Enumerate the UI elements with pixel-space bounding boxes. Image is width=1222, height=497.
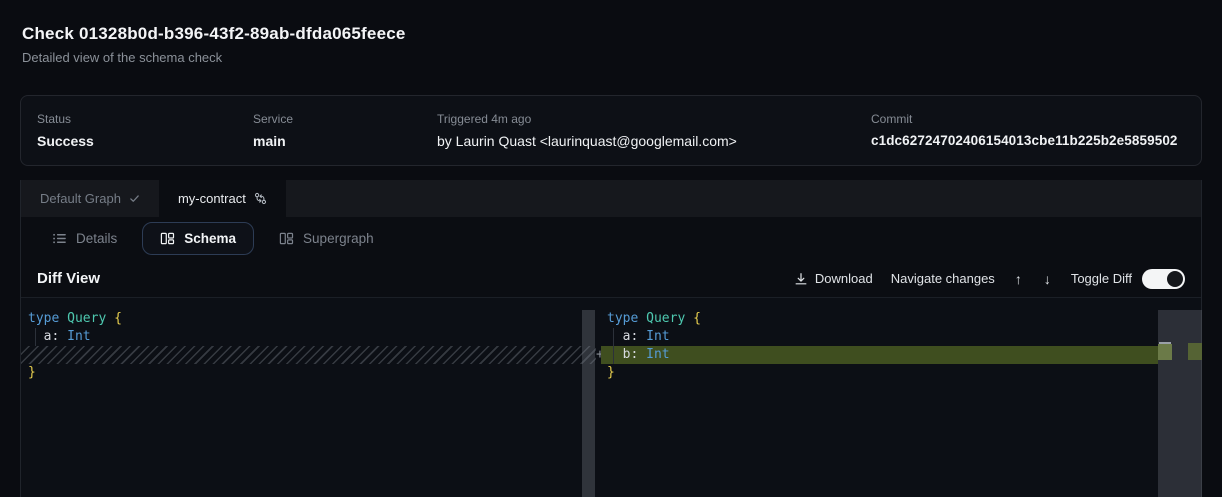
tab-supergraph-label: Supergraph bbox=[303, 231, 374, 246]
status-value: Success bbox=[37, 133, 94, 149]
download-icon bbox=[794, 272, 808, 286]
service-value: main bbox=[253, 133, 293, 149]
meta-triggered: Triggered 4m ago by Laurin Quast <laurin… bbox=[437, 112, 737, 149]
tab-schema-label: Schema bbox=[184, 231, 236, 246]
service-label: Service bbox=[253, 112, 293, 126]
indent-guide bbox=[613, 328, 614, 364]
columns-icon bbox=[279, 231, 294, 246]
arrow-up-icon: ↑ bbox=[1015, 271, 1022, 287]
indent-guide bbox=[35, 328, 36, 346]
code-line: a: Int bbox=[28, 328, 596, 346]
tab-supergraph[interactable]: Supergraph bbox=[264, 222, 389, 255]
status-label: Status bbox=[37, 112, 94, 126]
minimap-added-line bbox=[1158, 344, 1172, 360]
list-icon bbox=[52, 231, 67, 246]
triggered-label: Triggered 4m ago bbox=[437, 112, 737, 126]
diff-added-line: b: Int bbox=[601, 346, 1158, 364]
arrow-down-icon: ↓ bbox=[1044, 271, 1051, 287]
view-tab-row: Details Schema Supergraph bbox=[21, 217, 1201, 260]
meta-service: Service main bbox=[253, 112, 293, 149]
diff-header: Diff View Download Navigate changes ↑ ↓ bbox=[21, 260, 1201, 298]
compare-icon bbox=[254, 192, 267, 205]
download-button[interactable]: Download bbox=[794, 271, 873, 286]
tab-details-label: Details bbox=[76, 231, 117, 246]
minimap[interactable] bbox=[1158, 310, 1202, 497]
next-change-button[interactable]: ↓ bbox=[1042, 271, 1053, 287]
left-pane-scrollbar[interactable] bbox=[582, 310, 595, 497]
diff-placeholder-line bbox=[21, 346, 596, 364]
tab-my-contract[interactable]: my-contract bbox=[159, 180, 286, 217]
diff-view-title: Diff View bbox=[37, 270, 100, 287]
diff-controls: Download Navigate changes ↑ ↓ Toggle Dif… bbox=[794, 269, 1185, 289]
schema-diff-editor: type Query { a: Int} + type Query { a: I… bbox=[21, 298, 1201, 497]
columns-icon bbox=[160, 231, 175, 246]
code-line: type Query { bbox=[607, 310, 1158, 328]
download-label: Download bbox=[815, 271, 873, 286]
toggle-diff-switch[interactable] bbox=[1142, 269, 1185, 289]
check-meta-card: Status Success Service main Triggered 4m… bbox=[20, 95, 1202, 166]
commit-value: c1dc62724702406154013cbe11b225b2e5859502 bbox=[871, 133, 1178, 148]
page-title: Check 01328b0d-b396-43f2-89ab-dfda065fee… bbox=[22, 24, 406, 44]
code-line: } bbox=[607, 364, 1158, 382]
navigate-changes-button[interactable]: Navigate changes bbox=[891, 271, 995, 286]
check-icon bbox=[129, 193, 140, 204]
toggle-knob bbox=[1167, 271, 1183, 287]
commit-label: Commit bbox=[871, 112, 1178, 126]
tab-schema[interactable]: Schema bbox=[142, 222, 254, 255]
page-subtitle: Detailed view of the schema check bbox=[22, 50, 406, 65]
tab-default-graph[interactable]: Default Graph bbox=[21, 180, 159, 217]
tab-my-contract-label: my-contract bbox=[178, 191, 246, 206]
tab-default-graph-label: Default Graph bbox=[40, 191, 121, 206]
page-header: Check 01328b0d-b396-43f2-89ab-dfda065fee… bbox=[22, 24, 406, 65]
meta-commit: Commit c1dc62724702406154013cbe11b225b2e… bbox=[871, 112, 1178, 148]
code-line: a: Int bbox=[607, 328, 1158, 346]
tab-details[interactable]: Details bbox=[37, 222, 132, 255]
code-line: type Query { bbox=[28, 310, 596, 328]
previous-change-button[interactable]: ↑ bbox=[1013, 271, 1024, 287]
diff-pane-after[interactable]: type Query { a: Int b: Int} bbox=[601, 298, 1158, 497]
toggle-diff-group: Toggle Diff bbox=[1071, 269, 1185, 289]
triggered-value: by Laurin Quast <laurinquast@googlemail.… bbox=[437, 133, 737, 149]
toggle-diff-label: Toggle Diff bbox=[1071, 271, 1132, 286]
main-panel: Default Graph my-contract bbox=[20, 180, 1202, 497]
code-line: } bbox=[28, 364, 596, 382]
diff-pane-before[interactable]: type Query { a: Int} bbox=[21, 298, 596, 497]
navigate-changes-label: Navigate changes bbox=[891, 271, 995, 286]
graph-tab-strip: Default Graph my-contract bbox=[21, 180, 1201, 217]
meta-status: Status Success bbox=[37, 112, 94, 149]
overview-ruler-added-marker bbox=[1188, 343, 1202, 360]
